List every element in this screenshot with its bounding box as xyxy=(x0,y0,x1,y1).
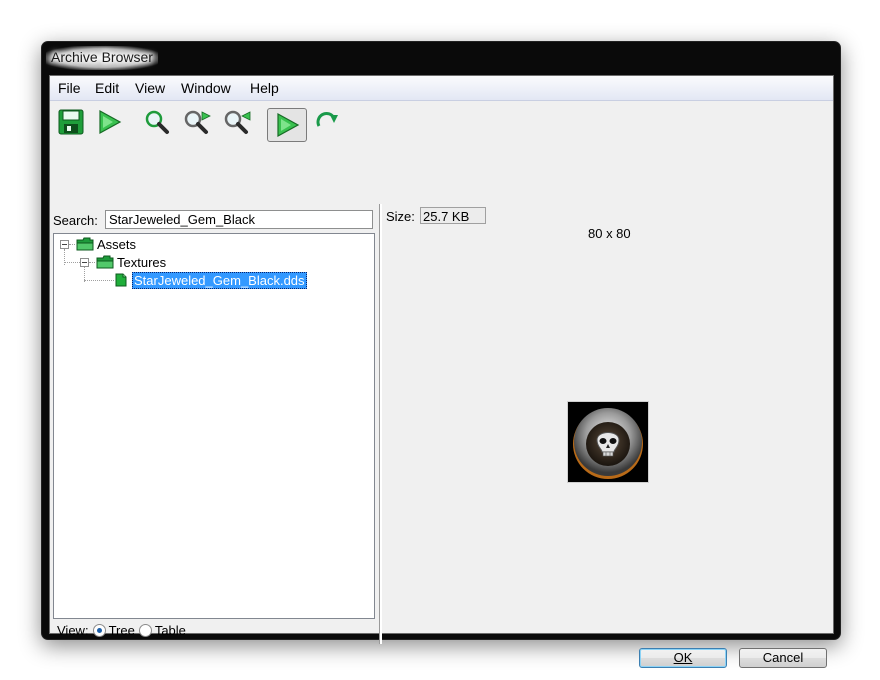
view-mode-bar: View: Tree Table xyxy=(57,623,186,638)
tree-item-label: Textures xyxy=(117,254,167,270)
size-value: 25.7 KB xyxy=(420,207,486,224)
folder-icon xyxy=(96,255,114,269)
search-label: Search: xyxy=(53,213,98,228)
tree-connector xyxy=(84,280,114,281)
view-table-label[interactable]: Table xyxy=(155,623,186,638)
run-button[interactable] xyxy=(94,107,124,137)
save-button[interactable] xyxy=(56,107,86,137)
search-icon xyxy=(145,110,169,134)
ok-label: OK xyxy=(673,650,693,665)
menu-file[interactable]: File xyxy=(58,80,81,96)
folder-icon xyxy=(76,237,94,251)
tree-connector xyxy=(89,262,95,263)
assets-collapse-toggle[interactable] xyxy=(60,240,69,249)
find-next-button[interactable] xyxy=(182,107,212,137)
file-icon xyxy=(115,273,127,287)
play-icon xyxy=(99,109,122,135)
menu-edit[interactable]: Edit xyxy=(95,80,119,96)
menu-window[interactable]: Window xyxy=(181,80,231,96)
window-title: Archive Browser xyxy=(51,49,153,65)
tree-item-label: Assets xyxy=(97,236,137,252)
tree-item-textures[interactable]: Textures xyxy=(96,254,166,270)
view-label: View: xyxy=(57,623,89,638)
menu-bar: File Edit View Window Help xyxy=(50,76,833,101)
window-client-area: File Edit View Window Help Search: StarJ… xyxy=(49,75,834,668)
tree-connector xyxy=(64,262,80,263)
refresh-button[interactable] xyxy=(312,107,342,137)
view-tree-radio[interactable] xyxy=(92,624,106,637)
ok-button[interactable]: OK xyxy=(639,648,727,668)
archive-browser-window: Archive Browser File Edit View Window He… xyxy=(41,41,841,668)
skull-gem-image xyxy=(568,402,648,482)
pane-splitter[interactable] xyxy=(379,204,382,644)
play-toggle-icon xyxy=(277,112,300,138)
search-input[interactable] xyxy=(105,210,373,229)
size-label: Size: xyxy=(386,209,415,224)
search-previous-icon xyxy=(224,110,251,134)
menu-view[interactable]: View xyxy=(135,80,165,96)
image-dimensions: 80 x 80 xyxy=(588,226,631,241)
tree-item-file[interactable]: StarJeweled_Gem_Black.dds xyxy=(115,271,307,289)
menu-help[interactable]: Help xyxy=(250,80,279,96)
view-table-radio[interactable] xyxy=(138,624,152,637)
texture-preview xyxy=(567,401,649,483)
refresh-icon xyxy=(316,112,338,127)
view-tree-label[interactable]: Tree xyxy=(109,623,135,638)
search-next-icon xyxy=(184,110,211,134)
find-button[interactable] xyxy=(142,107,172,137)
tree-connector xyxy=(69,244,75,245)
asset-tree[interactable]: Assets Textures StarJeweled_Gem_Black.dd… xyxy=(53,233,375,619)
save-icon xyxy=(58,109,84,135)
tree-item-assets[interactable]: Assets xyxy=(76,236,136,252)
find-previous-button[interactable] xyxy=(222,107,252,137)
cancel-button[interactable]: Cancel xyxy=(739,648,827,668)
textures-collapse-toggle[interactable] xyxy=(80,258,89,267)
tree-item-label: StarJeweled_Gem_Black.dds xyxy=(132,271,307,289)
play-toggle-button[interactable] xyxy=(267,108,307,142)
